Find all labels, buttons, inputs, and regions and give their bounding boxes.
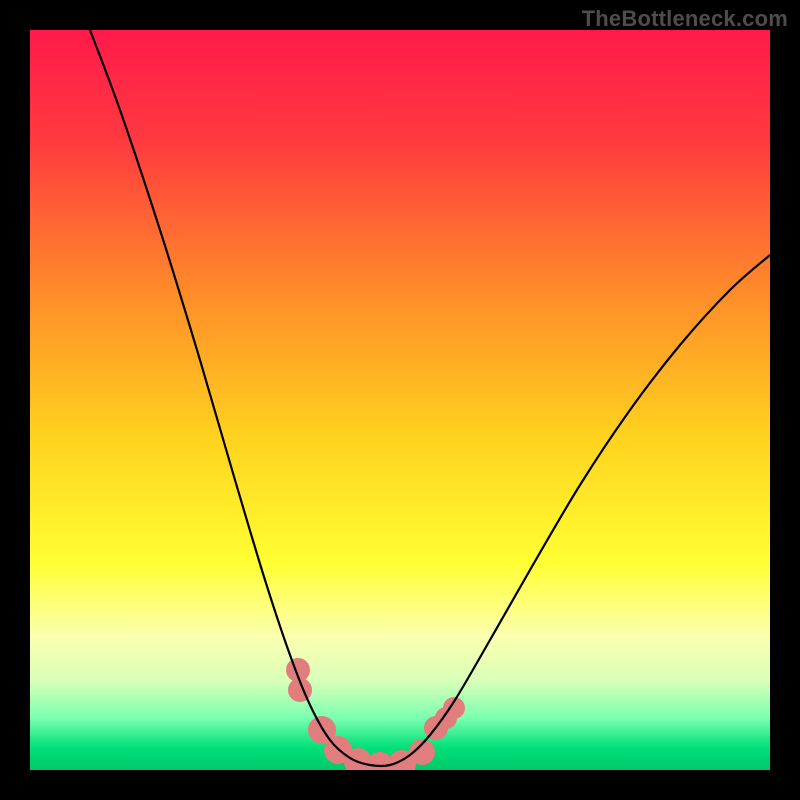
gradient-background [30,30,770,770]
outer-frame: TheBottleneck.com [0,0,800,800]
plot-area [30,30,770,770]
watermark-text: TheBottleneck.com [582,6,788,32]
chart-canvas [30,30,770,770]
